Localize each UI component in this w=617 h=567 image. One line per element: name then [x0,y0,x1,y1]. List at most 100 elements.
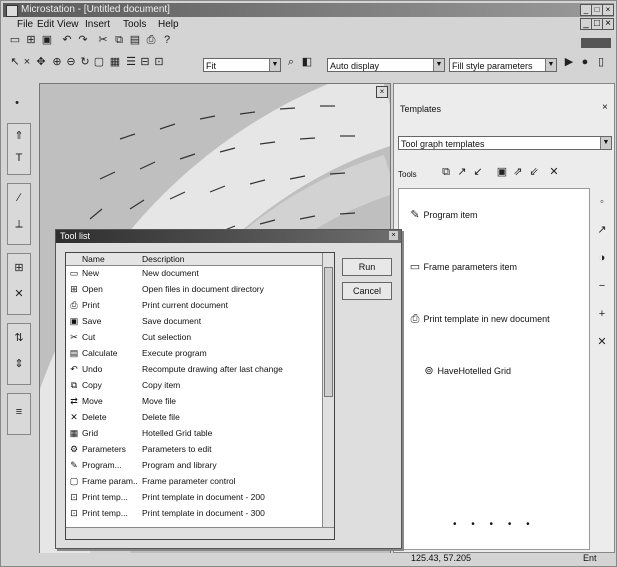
snap-tool-icon[interactable]: ⇕ [13,358,25,370]
cross-tool-icon[interactable]: ✕ [13,288,25,300]
template-item[interactable]: ⎙ Print template in new document [409,313,550,325]
layer-tool-icon[interactable]: ≡ [13,406,25,418]
template-list: ✎ Program item ▭ Frame parameters item ⎙… [398,188,590,550]
pan-icon[interactable]: ✥ [35,56,47,68]
dialog-close-icon[interactable]: × [389,231,398,240]
text-tool-icon[interactable]: T [13,152,25,164]
zoom-select[interactable]: Fit ▼ [203,58,281,72]
paste-icon[interactable]: ▤ [129,34,141,46]
copy-icon[interactable]: ⧉ [113,34,125,46]
table-row[interactable]: ⧉ Copy Copy item [66,378,322,393]
delete-template-icon[interactable]: ✕ [548,166,560,178]
table-row[interactable]: ⇄ Move Move file [66,394,322,409]
play-icon[interactable]: ▶ [563,56,575,68]
table-row[interactable]: ▢ Frame param... Frame parameter control [66,474,322,489]
print-icon[interactable]: ⎙ [145,34,157,46]
dialog-title-bar[interactable]: Tool list × [56,230,401,243]
table-row[interactable]: ⊞ Open Open files in document directory [66,282,322,297]
undo-icon[interactable]: ↶ [61,34,73,46]
menu-file[interactable]: File [17,19,33,30]
table-row[interactable]: ⎙ Print Print current document [66,298,322,313]
side-icon-4[interactable]: − [596,280,608,292]
table-row[interactable]: ▤ Calculate Execute program [66,346,322,361]
dim-tool-icon[interactable]: ⇅ [13,332,25,344]
template-item[interactable]: ▭ Frame parameters item [409,261,517,273]
row-name: Parameters [82,444,126,454]
run-button[interactable]: Run [342,258,392,276]
lock-icon[interactable]: ⊟ [139,56,151,68]
row-name: Open [82,284,103,294]
measure-icon[interactable]: ⊡ [153,56,165,68]
params-select[interactable]: Fill style parameters ▼ [449,58,557,72]
vline-tool-icon[interactable]: ⟂ [13,218,25,230]
export-icon[interactable]: ⇗ [512,166,524,178]
table-row[interactable]: ⊡ Print temp... Print template in document… [66,506,322,521]
template-item[interactable]: ⊚ HaveHotelled Grid [423,365,511,377]
select-tool-icon[interactable]: ⊞ [13,262,25,274]
arrow-tool-icon[interactable]: ⇑ [13,130,25,142]
side-icon-2[interactable]: ↗ [596,224,608,236]
forward-icon[interactable]: ↗ [456,166,468,178]
color-icon[interactable]: ◧ [301,56,313,68]
title-bar[interactable]: Microstation - [Untitled document] _ □ × [3,3,614,17]
zoom-in-icon[interactable]: ⊕ [51,56,63,68]
table-row[interactable]: ✂ Cut Cut selection [66,330,322,345]
row-name: Save [82,316,102,326]
pager-dots[interactable]: • • • • • [453,519,536,530]
cancel-button[interactable]: Cancel [342,282,392,300]
side-icon-5[interactable]: + [596,308,608,320]
side-icon-3[interactable]: ◑ [596,252,608,264]
save-template-icon[interactable]: ▣ [496,166,508,178]
table-row[interactable]: ▣ Save Save document [66,314,322,329]
table-row[interactable]: ✕ Delete Delete file [66,410,322,425]
layer-select[interactable]: Auto display ▼ [327,58,445,72]
panel-close-icon[interactable]: × [602,102,608,113]
menu-tools[interactable]: Tools [123,19,146,30]
tool-list[interactable]: Name Description ▭ New New document ⊞ Open Op… [65,252,335,540]
copy-template-icon[interactable]: ⧉ [440,166,452,178]
table-row[interactable]: ⚙ Parameters Parameters to edit [66,442,322,457]
side-icon-6[interactable]: ✕ [596,336,608,348]
horizontal-scrollbar[interactable] [66,527,334,539]
back-icon[interactable]: ↙ [472,166,484,178]
close-button[interactable]: × [602,4,614,16]
table-row[interactable]: ▭ New New document [66,266,322,281]
menu-help[interactable]: Help [158,19,179,30]
help-icon[interactable]: ? [161,34,173,46]
pointer-icon[interactable]: ↖ [9,56,21,68]
close-view-icon[interactable]: × [21,56,33,68]
table-row[interactable]: ✎ Program... Program and library [66,458,322,473]
table-row[interactable]: ↶ Undo Recompute drawing after last change [66,362,322,377]
redo-icon[interactable]: ↷ [77,34,89,46]
magnifier-icon[interactable]: ⌕ [285,56,297,68]
column-header-description[interactable]: Description [142,253,185,265]
fit-icon[interactable]: ▢ [93,56,105,68]
side-icon-1[interactable]: ◦ [596,196,608,208]
menu-view[interactable]: View [57,19,79,30]
grid-icon[interactable]: ▦ [109,56,121,68]
layer-icon[interactable]: ☰ [125,56,137,68]
menu-edit[interactable]: Edit [37,19,54,30]
scrollbar-thumb[interactable] [324,267,333,397]
record-icon[interactable]: ● [579,56,591,68]
open-icon[interactable]: ⊞ [25,34,37,46]
line-tool-icon[interactable]: ∕ [13,192,25,204]
panel-icon[interactable]: ▯ [595,56,607,68]
column-header-name[interactable]: Name [82,253,105,265]
template-select[interactable]: Tool graph templates ▼ [398,136,612,150]
table-row[interactable]: ⊡ Print temp... Print template in document… [66,490,322,505]
zoom-out-icon[interactable]: ⊖ [65,56,77,68]
save-icon[interactable]: ▣ [41,34,53,46]
menu-insert[interactable]: Insert [85,19,110,30]
table-row[interactable]: ▦ Grid Hotelled Grid table [66,426,322,441]
new-icon[interactable]: ▭ [9,34,21,46]
cut-icon[interactable]: ✂ [97,34,109,46]
row-description: Save document [142,316,202,326]
template-item[interactable]: ✎ Program item [409,209,477,221]
doc-close-button[interactable]: × [602,18,614,30]
vertical-scrollbar[interactable] [322,253,334,527]
rotate-icon[interactable]: ↻ [79,56,91,68]
import-icon[interactable]: ⇙ [528,166,540,178]
row-name: Cut [82,332,96,342]
canvas-close-icon[interactable]: × [376,86,388,98]
